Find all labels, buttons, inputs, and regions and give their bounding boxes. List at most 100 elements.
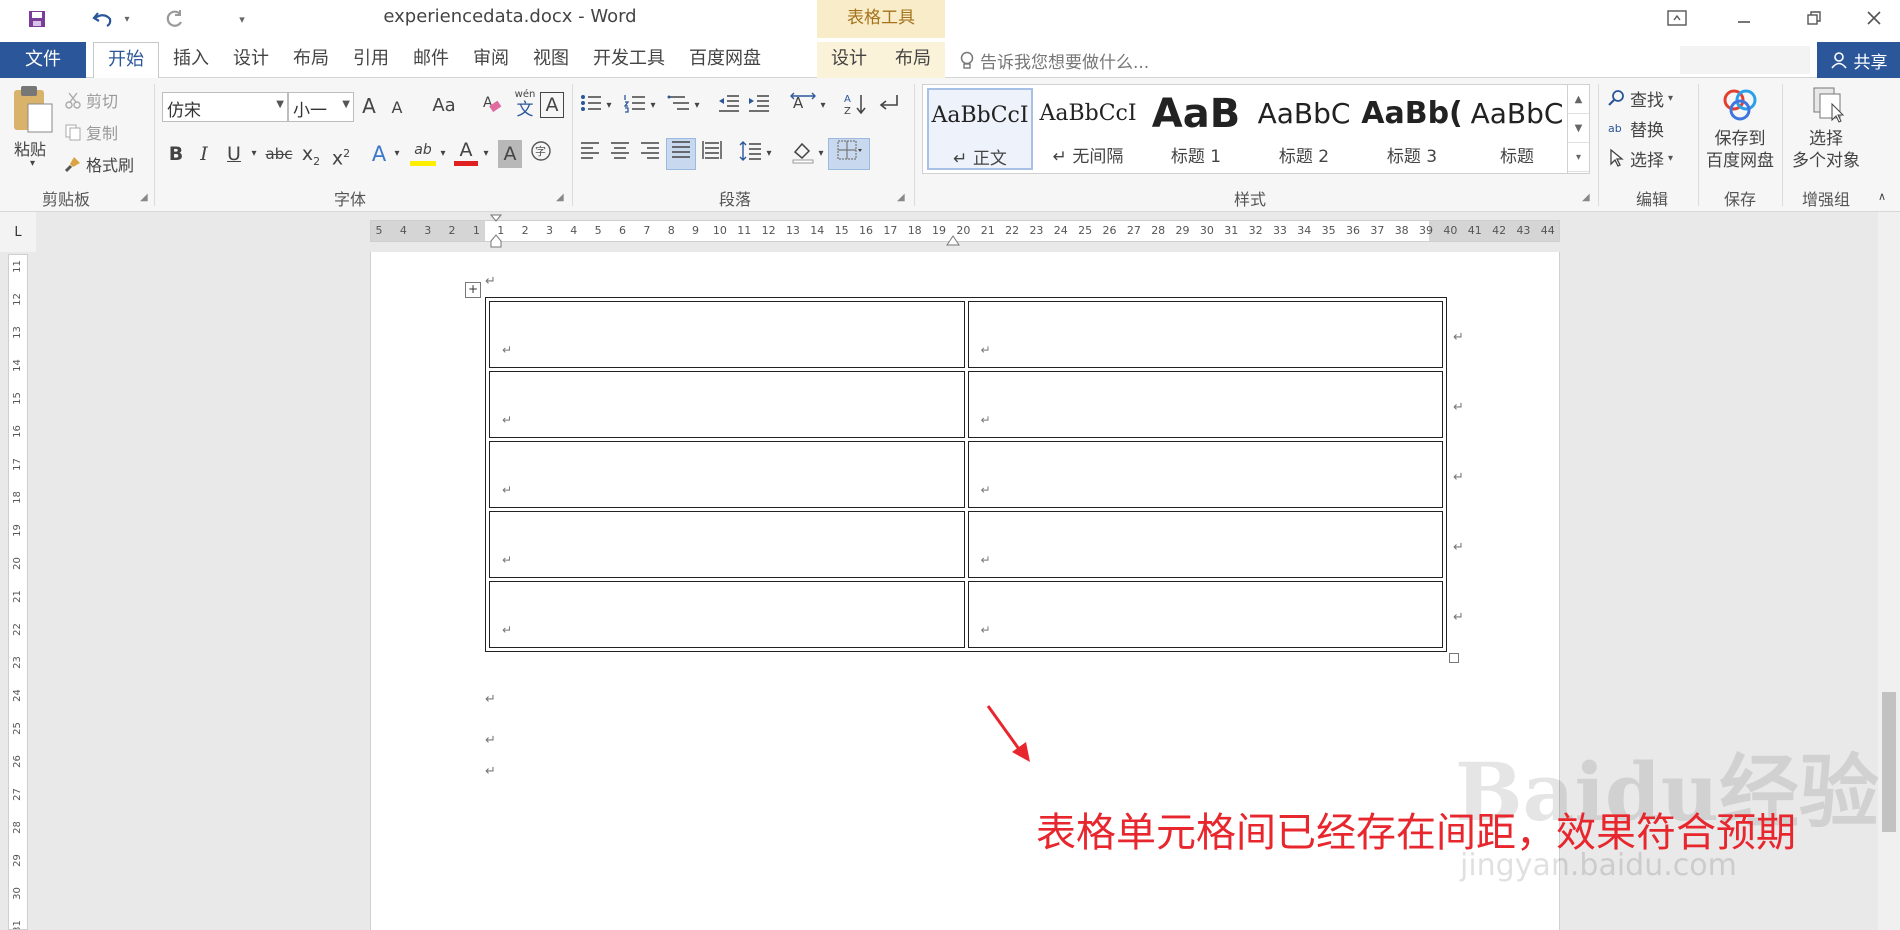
table-resize-handle[interactable]	[1449, 653, 1459, 663]
vertical-scrollbar[interactable]	[1878, 212, 1900, 930]
char-border-button[interactable]: A	[540, 92, 564, 118]
document-table[interactable]: ↵ ↵ ↵ ↵ ↵ ↵ ↵ ↵ ↵ ↵	[485, 297, 1447, 652]
subscript-button[interactable]: x2	[298, 140, 324, 168]
table-cell[interactable]: ↵	[967, 301, 1443, 368]
select-button[interactable]: 选择 ▾	[1608, 146, 1673, 171]
table-cell[interactable]: ↵	[967, 581, 1443, 648]
numbering-button[interactable]	[622, 92, 648, 120]
collapse-ribbon-icon[interactable]: ∧	[1878, 190, 1886, 203]
restore-icon[interactable]	[1785, 0, 1843, 36]
borders-button[interactable]	[828, 138, 870, 170]
tab-design[interactable]: 设计	[223, 42, 279, 78]
align-left-button[interactable]	[578, 140, 602, 168]
horizontal-ruler[interactable]: 5 4 3 2 1 1 2 3 4 5 6 7 8 9 10 11 12 13 14 15 16 17 18 19 20 21 22…	[370, 220, 1560, 242]
font-color-dropdown-icon[interactable]: ▾	[480, 140, 492, 168]
paste-button[interactable]: 粘贴 ▾	[10, 84, 60, 184]
tab-layout[interactable]: 布局	[283, 42, 339, 78]
style-no-spacing[interactable]: AaBbCcI ↵ 无间隔	[1035, 88, 1141, 170]
gallery-down-icon[interactable]: ▼	[1568, 114, 1589, 143]
highlight-dropdown-icon[interactable]: ▾	[437, 140, 449, 168]
tab-selector[interactable]: L	[0, 212, 36, 252]
clear-format-button[interactable]: A	[480, 92, 504, 120]
tab-review[interactable]: 审阅	[463, 42, 519, 78]
save-to-baidu-button[interactable]: 保存到 百度网盘	[1702, 84, 1778, 184]
copy-button[interactable]: 复制	[64, 120, 118, 144]
share-button[interactable]: 共享	[1817, 42, 1900, 78]
font-size-combo[interactable]: 小一 ▼	[288, 92, 354, 122]
multilevel-list-button[interactable]	[666, 92, 692, 120]
table-cell[interactable]: ↵	[489, 511, 965, 578]
cut-button[interactable]: 剪切	[64, 88, 118, 112]
tab-developer[interactable]: 开发工具	[583, 42, 675, 78]
scrollbar-thumb[interactable]	[1882, 692, 1896, 832]
shrink-font-button[interactable]: A	[386, 94, 408, 122]
styles-launcher-icon[interactable]: ◢	[1582, 192, 1590, 203]
show-marks-button[interactable]	[876, 92, 902, 120]
align-center-button[interactable]	[608, 140, 632, 168]
asian-layout-dropdown-icon[interactable]: ▾	[818, 92, 828, 120]
sort-button[interactable]: AZ	[842, 92, 868, 120]
ribbon-display-icon[interactable]	[1648, 0, 1706, 36]
close-icon[interactable]	[1845, 0, 1900, 36]
line-spacing-button[interactable]	[738, 140, 764, 168]
tab-table-design[interactable]: 设计	[817, 42, 881, 78]
style-title[interactable]: AaBbC 标题	[1467, 88, 1567, 170]
table-cell[interactable]: ↵	[967, 511, 1443, 578]
phonetic-guide-button[interactable]: wén 文	[512, 90, 538, 122]
justify-button[interactable]	[666, 138, 696, 170]
find-button[interactable]: 查找 ▾	[1608, 86, 1673, 111]
numbering-dropdown-icon[interactable]: ▾	[648, 92, 658, 120]
underline-button[interactable]: U	[223, 140, 245, 168]
table-cell[interactable]: ↵	[967, 371, 1443, 438]
shading-dropdown-icon[interactable]: ▾	[816, 140, 826, 168]
char-shading-button[interactable]: A	[498, 140, 522, 168]
table-cell[interactable]: ↵	[489, 581, 965, 648]
tab-insert[interactable]: 插入	[163, 42, 219, 78]
distributed-button[interactable]	[700, 140, 724, 168]
replace-button[interactable]: ab 替换	[1608, 116, 1664, 141]
bold-button[interactable]: B	[165, 140, 187, 168]
text-effects-dropdown-icon[interactable]: ▾	[391, 140, 403, 168]
tab-view[interactable]: 视图	[523, 42, 579, 78]
italic-button[interactable]: I	[193, 140, 215, 168]
asian-layout-button[interactable]: A	[788, 92, 818, 120]
indent-marker[interactable]	[489, 214, 503, 248]
superscript-button[interactable]: x2	[328, 140, 354, 169]
table-move-handle[interactable]: +	[465, 282, 481, 298]
line-spacing-dropdown-icon[interactable]: ▾	[764, 140, 774, 168]
select-multiple-objects-button[interactable]: 选择 多个对象	[1786, 84, 1866, 184]
style-heading-1[interactable]: AaB 标题 1	[1143, 88, 1249, 170]
tab-references[interactable]: 引用	[343, 42, 399, 78]
paragraph-launcher-icon[interactable]: ◢	[897, 192, 905, 203]
bullets-dropdown-icon[interactable]: ▾	[604, 92, 614, 120]
tab-table-layout[interactable]: 布局	[881, 42, 945, 78]
text-effects-button[interactable]: A	[368, 140, 390, 168]
user-account-area[interactable]	[1680, 46, 1810, 74]
bullets-button[interactable]	[578, 92, 604, 120]
tell-me-box[interactable]: 告诉我您想要做什么...	[958, 48, 1149, 73]
font-name-combo[interactable]: 仿宋 ▼	[162, 92, 288, 122]
tab-baidu-netdisk[interactable]: 百度网盘	[679, 42, 771, 78]
column-marker[interactable]	[946, 232, 960, 246]
grow-font-button[interactable]: A	[358, 92, 380, 120]
minimize-icon[interactable]	[1715, 0, 1773, 36]
vertical-ruler[interactable]: 11 12 13 14 15 16 17 18 19 20 21 22 23 24 25 26 27 28 29 30…	[8, 254, 28, 930]
style-heading-3[interactable]: AaBb( 标题 3	[1359, 88, 1465, 170]
decrease-indent-button[interactable]	[716, 92, 742, 120]
multilevel-dropdown-icon[interactable]: ▾	[692, 92, 702, 120]
style-normal[interactable]: AaBbCcI ↵ 正文	[927, 88, 1033, 170]
tab-mailings[interactable]: 邮件	[403, 42, 459, 78]
clipboard-launcher-icon[interactable]: ◢	[140, 192, 148, 203]
enclose-char-button[interactable]: 字	[528, 140, 554, 168]
strikethrough-button[interactable]: abc	[264, 140, 294, 168]
style-heading-2[interactable]: AaBbC 标题 2	[1251, 88, 1357, 170]
align-right-button[interactable]	[638, 140, 662, 168]
highlight-button[interactable]: ab	[410, 138, 436, 166]
gallery-more-icon[interactable]: ▾	[1568, 143, 1589, 172]
font-launcher-icon[interactable]: ◢	[556, 192, 564, 203]
shading-button[interactable]	[790, 140, 816, 168]
tab-file[interactable]: 文件	[0, 42, 86, 78]
underline-dropdown-icon[interactable]: ▾	[248, 140, 260, 168]
table-cell[interactable]: ↵	[489, 301, 965, 368]
gallery-up-icon[interactable]: ▲	[1568, 85, 1589, 114]
